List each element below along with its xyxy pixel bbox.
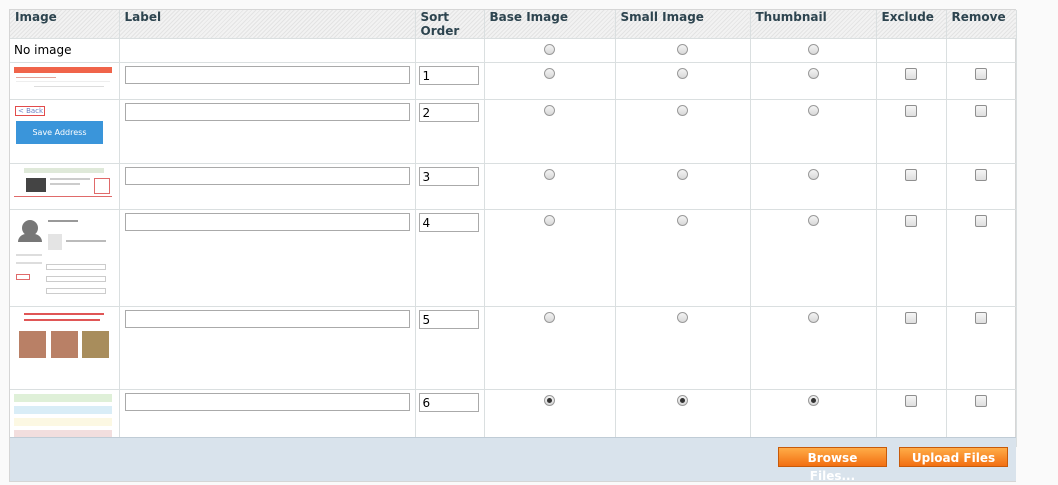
exclude-checkbox[interactable] bbox=[905, 215, 917, 227]
column-header-image: Image bbox=[10, 10, 120, 39]
small-image-radio[interactable] bbox=[677, 105, 688, 116]
column-header-sort-order: Sort Order bbox=[415, 10, 485, 39]
label-input[interactable] bbox=[124, 213, 410, 231]
exclude-checkbox[interactable] bbox=[905, 395, 917, 407]
small-image-radio[interactable] bbox=[677, 68, 688, 79]
thumbnail-radio-none[interactable] bbox=[807, 44, 819, 55]
thumbnail-radio[interactable] bbox=[807, 395, 819, 406]
thumbnail-radio[interactable] bbox=[807, 105, 819, 116]
base-image-radio[interactable] bbox=[544, 312, 555, 323]
sort-order-input[interactable] bbox=[418, 167, 479, 186]
thumbnail-radio[interactable] bbox=[807, 68, 819, 79]
remove-checkbox[interactable] bbox=[975, 68, 987, 80]
base-image-radio[interactable] bbox=[544, 169, 555, 180]
browse-files-button[interactable]: Browse Files... bbox=[778, 447, 887, 483]
label-input[interactable] bbox=[124, 167, 410, 185]
column-header-thumbnail: Thumbnail bbox=[750, 10, 877, 39]
exclude-checkbox[interactable] bbox=[905, 169, 917, 181]
remove-checkbox[interactable] bbox=[975, 169, 987, 181]
thumbnail-back-text: < Back bbox=[15, 106, 45, 116]
image-thumbnail bbox=[14, 394, 112, 440]
base-image-radio[interactable] bbox=[544, 105, 555, 116]
label-input[interactable] bbox=[124, 66, 410, 84]
table-row bbox=[10, 306, 1017, 390]
thumbnail-radio[interactable] bbox=[807, 169, 819, 180]
small-image-radio-none[interactable] bbox=[677, 44, 688, 55]
column-header-label: Label bbox=[119, 10, 416, 39]
base-image-radio[interactable] bbox=[544, 68, 555, 79]
small-image-radio[interactable] bbox=[677, 395, 688, 406]
remove-checkbox[interactable] bbox=[975, 215, 987, 227]
upload-files-button[interactable]: Upload Files bbox=[899, 447, 1008, 467]
image-thumbnail: < Back Save Address bbox=[14, 104, 112, 150]
image-thumbnail bbox=[14, 311, 112, 369]
exclude-checkbox[interactable] bbox=[905, 68, 917, 80]
column-header-exclude: Exclude bbox=[876, 10, 947, 39]
thumbnail-radio[interactable] bbox=[807, 215, 819, 226]
sort-order-input[interactable] bbox=[418, 66, 479, 85]
remove-checkbox[interactable] bbox=[975, 395, 987, 407]
sort-order-input[interactable] bbox=[418, 310, 479, 329]
column-header-small-image: Small Image bbox=[615, 10, 751, 39]
thumbnail-save-text: Save Address bbox=[16, 121, 103, 144]
table-header-row: Image Label Sort Order Base Image Small … bbox=[10, 10, 1017, 39]
exclude-checkbox[interactable] bbox=[905, 312, 917, 324]
thumbnail-radio[interactable] bbox=[807, 312, 819, 323]
image-thumbnail bbox=[14, 214, 112, 300]
column-header-remove: Remove bbox=[946, 10, 1017, 39]
upload-footer: Browse Files... Upload Files bbox=[10, 437, 1016, 483]
small-image-radio[interactable] bbox=[677, 169, 688, 180]
image-thumbnail bbox=[14, 168, 112, 202]
exclude-checkbox[interactable] bbox=[905, 105, 917, 117]
small-image-radio[interactable] bbox=[677, 215, 688, 226]
label-input[interactable] bbox=[124, 310, 410, 328]
base-image-radio[interactable] bbox=[544, 215, 555, 226]
image-thumbnail bbox=[14, 67, 112, 93]
table-row bbox=[10, 209, 1017, 307]
image-gallery-panel: Image Label Sort Order Base Image Small … bbox=[9, 9, 1017, 483]
table-row bbox=[10, 163, 1017, 210]
sort-order-input[interactable] bbox=[418, 213, 479, 232]
no-image-text: No image bbox=[14, 43, 72, 57]
table-row-no-image: No image bbox=[10, 38, 1017, 63]
remove-checkbox[interactable] bbox=[975, 312, 987, 324]
table-row bbox=[10, 62, 1017, 100]
base-image-radio-none[interactable] bbox=[544, 44, 555, 55]
base-image-radio[interactable] bbox=[544, 395, 555, 406]
label-input[interactable] bbox=[124, 103, 410, 121]
sort-order-input[interactable] bbox=[418, 393, 479, 412]
remove-checkbox[interactable] bbox=[975, 105, 987, 117]
table-row: < Back Save Address bbox=[10, 99, 1017, 164]
label-input[interactable] bbox=[124, 393, 410, 411]
image-gallery-table: Image Label Sort Order Base Image Small … bbox=[10, 10, 1017, 447]
small-image-radio[interactable] bbox=[677, 312, 688, 323]
sort-order-input[interactable] bbox=[418, 103, 479, 122]
column-header-base-image: Base Image bbox=[484, 10, 616, 39]
